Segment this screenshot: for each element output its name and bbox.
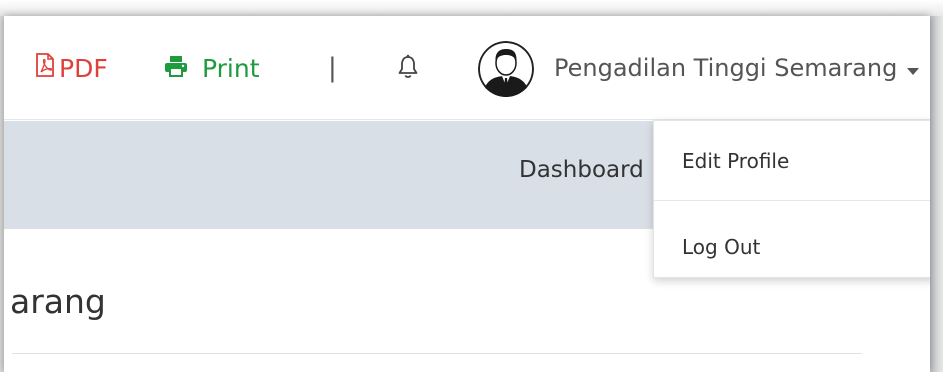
user-name: Pengadilan Tinggi Semarang <box>554 54 898 82</box>
pdf-label: PDF <box>59 53 108 83</box>
window-right-edge <box>930 16 943 372</box>
window-top-edge <box>0 0 943 16</box>
notifications-button[interactable] <box>395 54 421 84</box>
bell-icon <box>397 54 419 85</box>
toolbar-separator: | <box>328 53 337 83</box>
menu-item-edit-profile[interactable]: Edit Profile <box>654 125 930 197</box>
browser-viewport: PDF Print | Pengadilan Tinggi Semarang D… <box>4 16 930 372</box>
title-divider <box>12 353 862 354</box>
page-title: arang <box>10 282 106 321</box>
pdf-button[interactable]: PDF <box>34 52 108 84</box>
menu-divider <box>654 200 930 201</box>
printer-icon <box>164 54 188 83</box>
print-label: Print <box>202 53 260 83</box>
user-dropdown-menu: Edit Profile Log Out <box>653 120 930 278</box>
nav-item-dashboard[interactable]: Dashboard <box>519 153 644 187</box>
top-navbar: PDF Print | Pengadilan Tinggi Semarang <box>4 16 930 120</box>
user-avatar-icon[interactable] <box>478 41 534 97</box>
pdf-file-icon <box>34 53 56 83</box>
print-button[interactable]: Print <box>164 52 260 84</box>
user-menu-toggle[interactable]: Pengadilan Tinggi Semarang <box>554 52 920 84</box>
chevron-down-icon <box>907 54 920 82</box>
menu-item-log-out[interactable]: Log Out <box>654 211 930 283</box>
